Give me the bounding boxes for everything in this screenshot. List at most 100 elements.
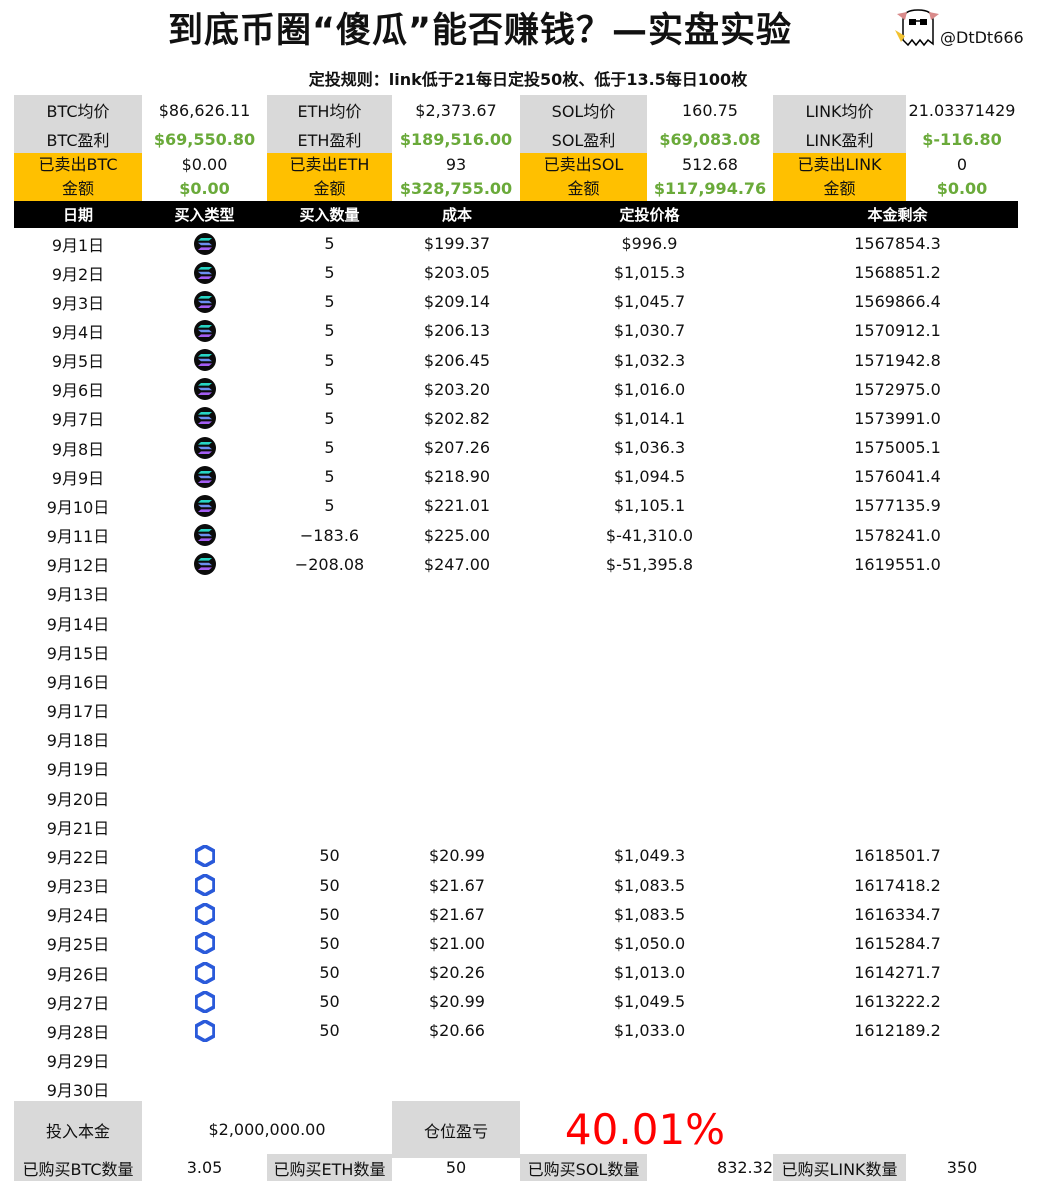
sol-profit-label: SOL盈利 xyxy=(520,125,647,153)
sol-avg-label: SOL均价 xyxy=(520,95,647,125)
cost-cell: $202.82 xyxy=(423,408,491,428)
remain-cell xyxy=(777,754,1018,783)
price-cell: $1,015.3 xyxy=(613,263,686,283)
sol-sold-label-line1: 已卖出SOL xyxy=(543,155,624,174)
qty-cell: 5 xyxy=(324,321,335,341)
header-cost: 成本 xyxy=(441,206,472,224)
cost-cell: $247.00 xyxy=(423,554,491,574)
date-cell: 9月22日 xyxy=(46,847,110,867)
type-cell xyxy=(142,666,267,695)
remain-cell: 1576041.4 xyxy=(854,467,941,487)
table-row: 9月7日 5 $202.82 $1,014.1 1573991.0 xyxy=(0,404,1056,433)
qty-cell: −208.08 xyxy=(294,554,365,574)
table-row: 9月25日 50 $21.00 $1,050.0 1615284.7 xyxy=(0,929,1056,958)
remain-cell xyxy=(777,608,1018,637)
remain-cell: 1568851.2 xyxy=(854,263,941,283)
sol-sold-amount: $117,994.76 xyxy=(653,179,767,198)
sol-icon xyxy=(193,436,216,459)
sol-icon xyxy=(193,378,216,401)
type-cell xyxy=(142,696,267,725)
date-cell: 9月21日 xyxy=(46,818,110,838)
date-cell: 9月11日 xyxy=(46,527,110,547)
btc-sold-label-line2: 金额 xyxy=(61,179,94,198)
qty-cell: 50 xyxy=(319,933,340,953)
qty-cell: 5 xyxy=(324,350,335,370)
table-row: 9月21日 xyxy=(0,812,1056,841)
price-cell: $1,045.7 xyxy=(613,292,686,312)
chainlink-icon xyxy=(194,873,216,897)
qty-cell xyxy=(267,812,392,841)
sol-icon xyxy=(193,319,216,342)
table-row: 9月1日 5 $199.37 $996.9 1567854.3 xyxy=(0,229,1056,258)
price-cell: $1,094.5 xyxy=(613,467,686,487)
price-cell xyxy=(522,783,777,812)
type-cell xyxy=(142,346,267,375)
qty-cell: 50 xyxy=(319,846,340,866)
date-cell: 9月2日 xyxy=(51,264,105,284)
eth-qty-label: 已购买ETH数量 xyxy=(267,1154,392,1181)
link-sold-amount: $0.00 xyxy=(936,179,988,198)
remain-cell: 1613222.2 xyxy=(854,992,941,1012)
sol-icon xyxy=(193,407,216,430)
table-row: 9月15日 xyxy=(0,637,1056,666)
link-qty-value: 350 xyxy=(946,1158,978,1177)
date-cell: 9月6日 xyxy=(51,381,105,401)
type-cell xyxy=(142,725,267,754)
link-sold-qty: 0 xyxy=(956,155,968,174)
price-cell xyxy=(522,637,777,666)
qty-cell: 50 xyxy=(319,963,340,982)
qty-cell: 5 xyxy=(324,496,335,516)
remain-cell: 1616334.7 xyxy=(854,904,941,924)
remain-cell xyxy=(777,696,1018,725)
qty-cell xyxy=(267,754,392,783)
date-cell: 9月4日 xyxy=(51,322,105,342)
price-cell xyxy=(522,754,777,783)
price-cell xyxy=(522,812,777,841)
header-remain: 本金剩余 xyxy=(867,206,928,224)
link-profit-label: LINK盈利 xyxy=(773,125,906,153)
link-profit-value: $-116.80 xyxy=(922,129,1002,149)
btc-sold-label-line1: 已卖出BTC xyxy=(38,155,118,174)
table-row: 9月5日 5 $206.45 $1,032.3 1571942.8 xyxy=(0,346,1056,375)
date-cell: 9月24日 xyxy=(46,906,110,926)
cost-cell: $209.14 xyxy=(423,292,491,312)
table-row: 9月26日 50 $20.26 $1,013.0 1614271.7 xyxy=(0,958,1056,987)
remain-cell: 1614271.7 xyxy=(854,963,941,982)
eth-sold-amount: $328,755.00 xyxy=(399,179,513,198)
header-qty: 买入数量 xyxy=(299,206,360,224)
remain-cell: 1575005.1 xyxy=(854,438,941,458)
remain-cell: 1569866.4 xyxy=(854,292,941,312)
principal-value: $2,000,000.00 xyxy=(208,1120,326,1139)
eth-qty-value: 50 xyxy=(445,1158,467,1177)
table-row: 9月12日 −208.08 $247.00 $-51,395.8 1619551.0 xyxy=(0,550,1056,579)
link-qty-label: 已购买LINK数量 xyxy=(773,1154,906,1181)
btc-sold-amount: $0.00 xyxy=(179,179,230,198)
remain-cell xyxy=(777,725,1018,754)
avatar-icon xyxy=(895,9,939,47)
link-sold-label-line2: 金额 xyxy=(823,179,856,198)
btc-qty-value: 3.05 xyxy=(186,1158,223,1177)
sol-icon xyxy=(193,261,216,284)
table-row: 9月29日 xyxy=(0,1045,1056,1074)
remain-cell xyxy=(777,812,1018,841)
price-cell: $1,050.0 xyxy=(613,933,686,953)
investment-rule: 定投规则：link低于21每日定投50枚、低于13.5每日100枚 xyxy=(308,70,748,89)
price-cell: $1,032.3 xyxy=(613,350,686,370)
sol-sold-label: 已卖出SOL 金额 xyxy=(520,153,647,201)
chainlink-icon xyxy=(194,844,216,868)
cost-cell: $221.01 xyxy=(423,496,491,516)
cost-cell: $199.37 xyxy=(423,234,491,253)
qty-cell: −183.6 xyxy=(299,525,360,545)
remain-cell: 1577135.9 xyxy=(854,496,941,516)
price-cell: $1,013.0 xyxy=(613,963,686,982)
qty-cell: 5 xyxy=(324,467,335,487)
link-sold-values: 0 $0.00 xyxy=(906,153,1018,201)
date-cell: 9月17日 xyxy=(46,702,110,722)
type-cell xyxy=(142,579,267,608)
remain-cell: 1612189.2 xyxy=(854,1021,941,1041)
type-cell xyxy=(142,783,267,812)
date-cell: 9月23日 xyxy=(46,877,110,897)
qty-cell: 5 xyxy=(324,408,335,428)
qty-cell: 50 xyxy=(319,992,340,1012)
remain-cell: 1578241.0 xyxy=(854,525,941,545)
